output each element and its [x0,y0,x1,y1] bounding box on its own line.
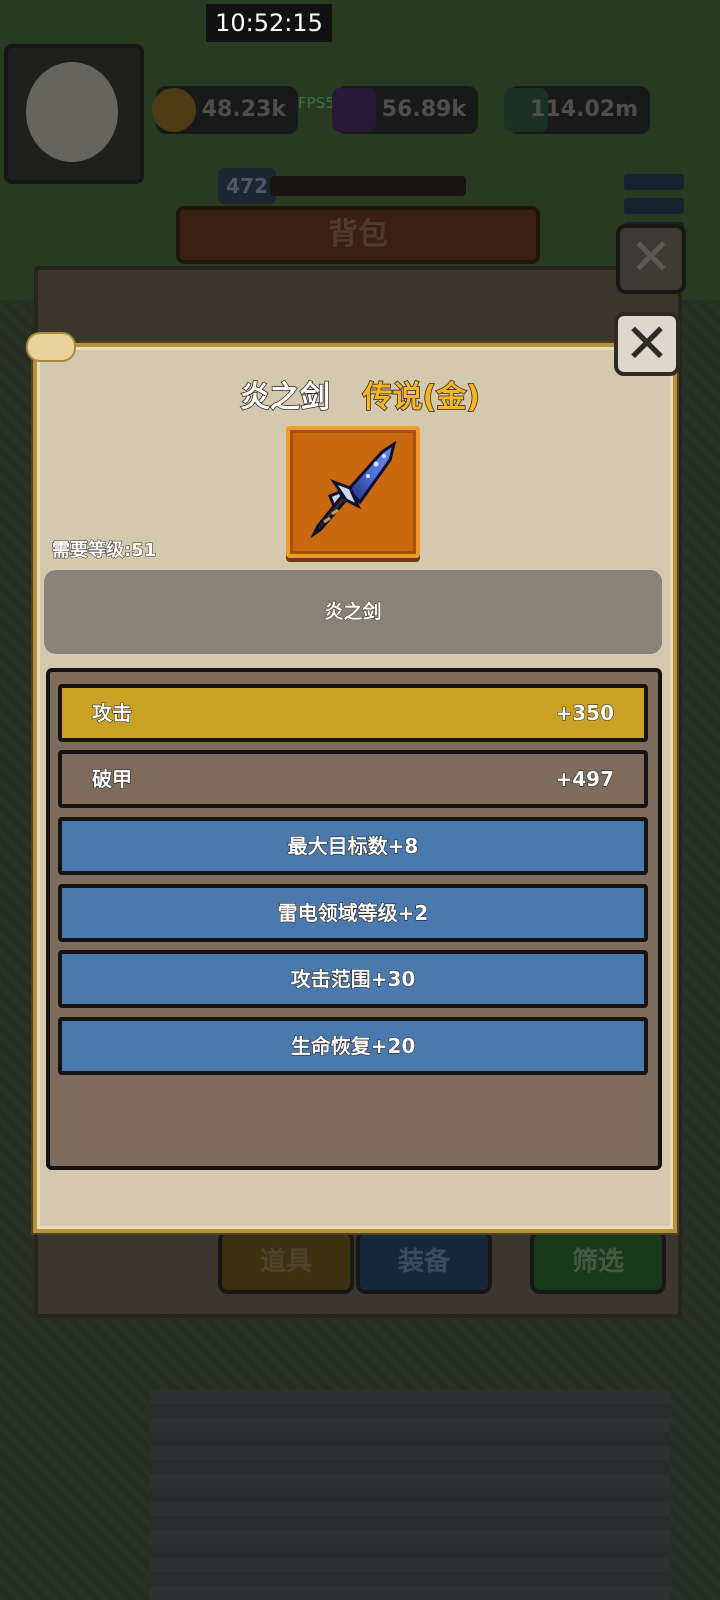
close-icon[interactable]: ✕ [614,312,680,376]
item-rarity: 传说(金) [362,379,481,416]
stat-row-attack: 攻击 +350 [58,684,648,742]
stat-label: 攻击 [92,701,133,726]
cloud-ornament-icon [26,332,76,362]
effect-row: 攻击范围+30 [58,950,648,1008]
effect-text: 生命恢复+20 [290,1034,416,1059]
stat-value: +497 [555,767,615,792]
sword-icon [310,440,397,539]
effect-text: 攻击范围+30 [290,967,416,992]
effect-row: 最大目标数+8 [58,817,648,875]
required-level: 需要等级:51 [51,540,157,562]
item-name: 炎之剑 [239,379,331,416]
stat-label: 破甲 [92,767,133,792]
stat-row-armor-break: 破甲 +497 [58,750,648,808]
item-title: 炎之剑 传说(金) [0,372,720,416]
effect-text: 最大目标数+8 [287,834,419,859]
effect-row: 生命恢复+20 [58,1017,648,1075]
effect-text: 雷电领域等级+2 [277,901,429,926]
status-time: 10:52:15 [206,4,332,42]
item-icon-frame [286,426,420,558]
effect-row: 雷电领域等级+2 [58,884,648,942]
item-description: 炎之剑 [44,570,662,654]
stat-value: +350 [555,701,615,726]
